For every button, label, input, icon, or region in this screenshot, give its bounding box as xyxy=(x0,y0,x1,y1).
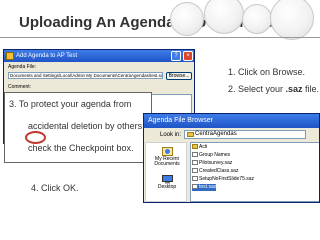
file-name: SetupNoFirstSlide75.saz xyxy=(199,176,255,182)
look-in-value: CentraAgendas xyxy=(195,131,237,137)
step2-prefix: 2. Select your xyxy=(228,84,286,94)
file-browser-title: Agenda File Browser xyxy=(144,114,319,128)
step2-text: 2. Select your .saz file. xyxy=(228,84,319,94)
recent-documents-icon xyxy=(161,147,173,156)
file-name: Group Names xyxy=(199,152,231,158)
step4-text: 4. Click OK. xyxy=(31,183,79,193)
file-icon xyxy=(192,176,198,182)
dialog-title: Add Agenda to AP Test xyxy=(16,53,78,59)
agenda-file-field[interactable]: Documents and Settings\Local\Admin My Do… xyxy=(8,72,163,79)
file-name: test.saz xyxy=(199,184,217,190)
file-item[interactable]: CreatedClass.saz xyxy=(192,168,238,175)
folder-icon xyxy=(192,144,198,150)
look-in-label: Look in: xyxy=(160,132,182,138)
app-icon xyxy=(6,52,14,60)
dialog-title-bar: Add Agenda to AP Test ? × xyxy=(4,50,194,62)
circle-3 xyxy=(242,4,272,34)
file-icon xyxy=(192,160,198,166)
place-label: Desktop xyxy=(157,184,177,190)
circle-2 xyxy=(204,0,244,34)
circle-4 xyxy=(270,0,314,40)
file-item[interactable]: SetupNoFirstSlide75.saz xyxy=(192,176,254,183)
file-icon xyxy=(192,168,198,174)
agenda-file-browser: Agenda File Browser Look in: CentraAgend… xyxy=(143,113,320,203)
checkpoint-highlight-circle xyxy=(25,131,46,144)
file-name: CreatedClass.saz xyxy=(199,168,239,174)
agenda-file-label: Agenda File: xyxy=(8,64,37,70)
file-icon xyxy=(192,152,198,158)
title-divider xyxy=(0,37,320,38)
step3-line1: 3. To protect your agenda from xyxy=(9,99,132,109)
step2-extension: .saz xyxy=(285,84,303,94)
file-item[interactable]: Group Names xyxy=(192,152,230,159)
step3-line3: check the Checkpoint box. xyxy=(28,143,134,153)
step1-text: 1. Click on Browse. xyxy=(228,67,306,77)
file-name: Acti xyxy=(199,144,208,150)
file-list: Acti Group Names Pilotsurvey.saz Created… xyxy=(190,142,319,202)
file-name: Pilotsurvey.saz xyxy=(199,160,233,166)
step3-callout: 3. To protect your agenda from accidenta… xyxy=(4,92,152,163)
place-desktop[interactable]: Desktop xyxy=(148,175,186,190)
desktop-icon xyxy=(161,175,173,184)
places-bar: My Recent Documents Desktop xyxy=(145,142,187,202)
browse-button[interactable]: Browse... xyxy=(166,72,192,80)
file-icon xyxy=(192,184,198,190)
comment-label: Comment: xyxy=(8,84,32,90)
step2-suffix: file. xyxy=(302,84,320,94)
file-item[interactable]: Acti xyxy=(192,144,207,151)
close-icon[interactable]: × xyxy=(183,51,193,61)
place-my-recent-documents[interactable]: My Recent Documents xyxy=(148,147,186,167)
help-icon[interactable]: ? xyxy=(171,51,181,61)
step3-line2: accidental deletion by others, xyxy=(28,121,145,131)
place-label: My Recent Documents xyxy=(154,156,180,167)
circle-1 xyxy=(170,2,204,36)
folder-icon xyxy=(187,132,194,137)
file-item[interactable]: Pilotsurvey.saz xyxy=(192,160,232,167)
look-in-dropdown[interactable]: CentraAgendas xyxy=(184,130,306,139)
file-item-selected[interactable]: test.saz xyxy=(192,184,217,191)
